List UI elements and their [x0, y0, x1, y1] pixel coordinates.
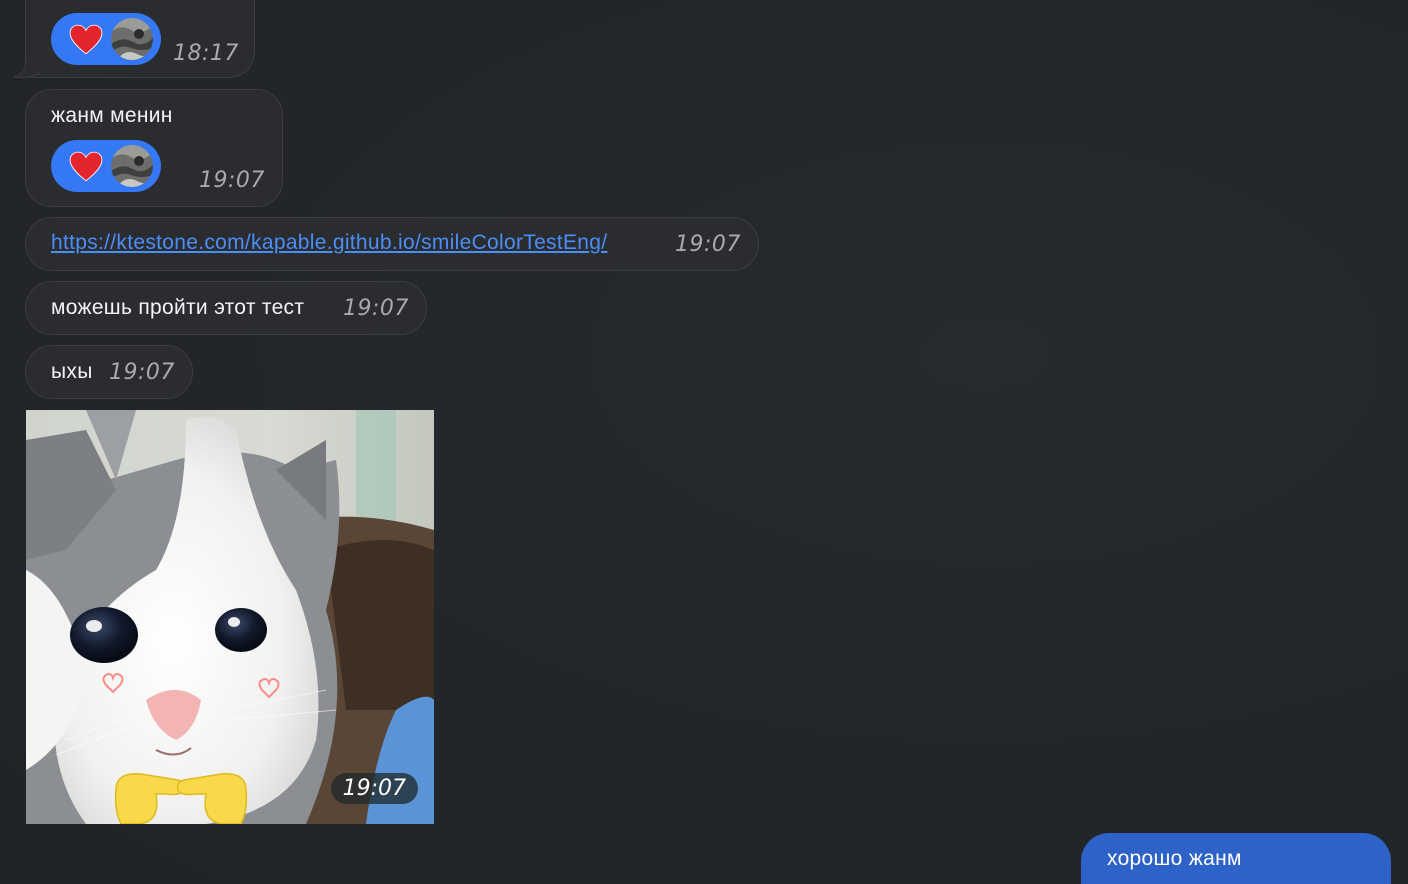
- message-time: 19:07: [109, 360, 175, 385]
- message-text: жанм менин: [51, 104, 173, 127]
- message-bubble[interactable]: можешь пройти этот тест 19:07: [25, 281, 427, 335]
- message-text: хорошо жанм: [1107, 847, 1242, 870]
- message-text: ыхы: [51, 360, 93, 383]
- heart-icon: [69, 24, 103, 55]
- message-text: можешь пройти этот тест: [51, 296, 305, 319]
- avatar: [111, 145, 153, 187]
- kitten-image: [26, 410, 434, 824]
- message-time: 19:07: [330, 773, 418, 804]
- message-time: 19:07: [675, 232, 741, 257]
- message-link[interactable]: https://ktestone.com/kapable.github.io/s…: [51, 231, 607, 255]
- message-bubble[interactable]: жанм менин 19:07: [25, 89, 283, 207]
- avatar: [111, 18, 153, 60]
- message-bubble[interactable]: ыхы 19:07: [25, 345, 193, 399]
- message-bubble[interactable]: 18:17: [25, 0, 255, 78]
- chat-area: 18:17 жанм менин 19:07 https://ktestone.…: [0, 0, 1408, 884]
- sticker-image[interactable]: 19:07: [26, 410, 434, 824]
- reaction-pill[interactable]: [51, 13, 161, 65]
- reaction-pill[interactable]: [51, 140, 161, 192]
- message-time: 19:07: [199, 168, 265, 193]
- outgoing-message-bubble[interactable]: хорошо жанм: [1081, 833, 1391, 884]
- message-time: 18:17: [173, 41, 239, 66]
- heart-icon: [69, 151, 103, 182]
- message-time: 19:07: [343, 296, 409, 321]
- message-bubble[interactable]: https://ktestone.com/kapable.github.io/s…: [25, 217, 759, 271]
- bubble-tail: [13, 54, 42, 78]
